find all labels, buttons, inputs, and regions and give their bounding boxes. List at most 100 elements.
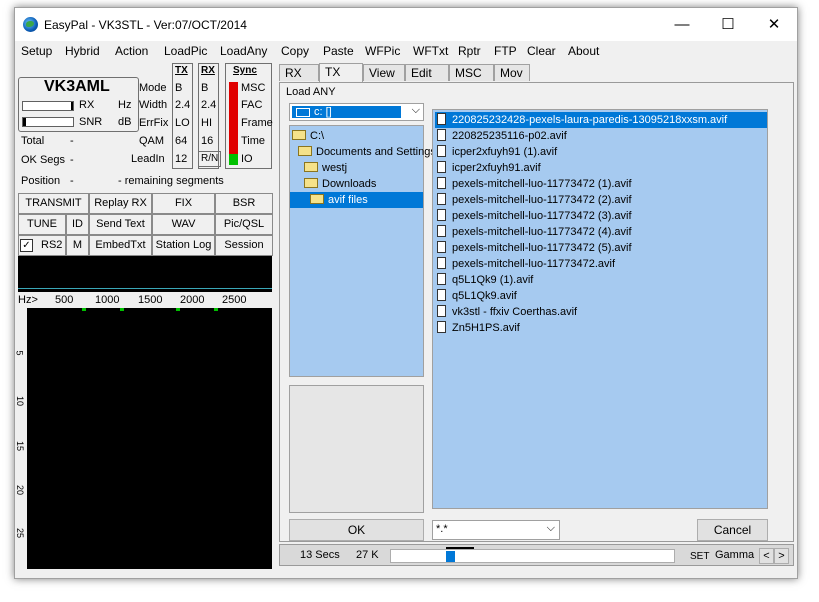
file-icon bbox=[437, 145, 446, 158]
dialog-title: Load ANY bbox=[286, 86, 336, 98]
file-item[interactable]: Zn5H1PS.avif bbox=[437, 320, 520, 336]
menu-hybrid[interactable]: Hybrid bbox=[65, 44, 100, 58]
total-label: Total bbox=[21, 135, 45, 147]
set-button[interactable]: SET bbox=[690, 551, 709, 562]
tx-leadin: 12 bbox=[175, 153, 188, 165]
drive-select[interactable]: c: [] ⌵ bbox=[289, 103, 424, 121]
file-icon bbox=[437, 225, 446, 238]
file-icon bbox=[437, 113, 446, 126]
bsr-button[interactable]: BSR bbox=[215, 193, 273, 214]
sync-fac: FAC bbox=[241, 99, 263, 111]
filter-select[interactable]: *.* ⌵ bbox=[432, 520, 560, 540]
close-button[interactable]: ✕ bbox=[751, 8, 797, 41]
transmit-button[interactable]: TRANSMIT bbox=[18, 193, 89, 214]
tab-tx[interactable]: TX bbox=[319, 63, 363, 82]
slider-thumb[interactable] bbox=[446, 551, 455, 562]
menu-paste[interactable]: Paste bbox=[323, 44, 354, 58]
rs2-checkbox-checkmark-icon[interactable]: ✓ bbox=[20, 239, 33, 252]
m-button[interactable]: M bbox=[66, 235, 89, 256]
tx-mode: B bbox=[175, 82, 183, 94]
tx-width: 2.4 bbox=[175, 99, 191, 111]
rx-label: RX bbox=[79, 99, 95, 111]
file-item[interactable]: pexels-mitchell-luo-11773472 (5).avif bbox=[437, 240, 632, 256]
menu-wfpic[interactable]: WFPic bbox=[365, 44, 400, 58]
waterfall-display bbox=[27, 308, 272, 569]
file-icon bbox=[437, 161, 446, 174]
folder-open-icon bbox=[304, 178, 318, 189]
file-icon bbox=[437, 241, 446, 254]
tab-edit[interactable]: Edit bbox=[405, 64, 449, 81]
file-item[interactable]: pexels-mitchell-luo-11773472.avif bbox=[437, 256, 615, 272]
ok-button[interactable]: OK bbox=[289, 519, 424, 541]
menu-clear[interactable]: Clear bbox=[527, 44, 556, 58]
menu-action[interactable]: Action bbox=[115, 44, 148, 58]
dir-item-selected[interactable]: avif files bbox=[290, 192, 423, 208]
chevron-down-icon: ⌵ bbox=[411, 104, 420, 116]
menu-wftxt[interactable]: WFTxt bbox=[413, 44, 448, 58]
sync-frame: Frame bbox=[241, 117, 273, 129]
menu-loadpic[interactable]: LoadPic bbox=[164, 44, 207, 58]
freq-tick-1500: 1500 bbox=[138, 294, 163, 306]
status-bar: 13 Secs 27 K SET Gamma < > bbox=[279, 544, 794, 566]
spectrum-baseline bbox=[18, 288, 272, 289]
menu-rptr[interactable]: Rptr bbox=[458, 44, 481, 58]
progress-slider[interactable] bbox=[390, 547, 675, 563]
file-item[interactable]: q5L1Qk9.avif bbox=[437, 288, 517, 304]
callsign: VK3AML bbox=[44, 78, 110, 95]
minimize-button[interactable]: — bbox=[659, 8, 705, 41]
directory-list[interactable]: C:\ Documents and Settings westj Downloa… bbox=[289, 125, 436, 377]
file-name: vk3stl - ffxiv Coerthas.avif bbox=[452, 306, 578, 318]
embedtxt-button[interactable]: EmbedTxt bbox=[89, 235, 152, 256]
file-item[interactable]: pexels-mitchell-luo-11773472 (3).avif bbox=[437, 208, 632, 224]
tab-msc[interactable]: MSC bbox=[449, 64, 494, 81]
dir-item[interactable]: Documents and Settings bbox=[298, 144, 436, 160]
sync-header: Sync bbox=[233, 65, 257, 76]
file-item[interactable]: icper2xfuyh91 (1).avif bbox=[437, 144, 557, 160]
menu-loadany[interactable]: LoadAny bbox=[220, 44, 267, 58]
freq-tick-500: 500 bbox=[55, 294, 74, 306]
tab-rx[interactable]: RX bbox=[279, 64, 319, 81]
menu-setup[interactable]: Setup bbox=[21, 44, 52, 58]
wav-button[interactable]: WAV bbox=[152, 214, 215, 235]
file-item[interactable]: pexels-mitchell-luo-11773472 (4).avif bbox=[437, 224, 632, 240]
send-text-button[interactable]: Send Text bbox=[89, 214, 152, 235]
dir-item[interactable]: westj bbox=[304, 160, 347, 176]
file-item-selected[interactable]: 220825232428-pexels-laura-paredis-130952… bbox=[435, 112, 767, 128]
prev-button[interactable]: < bbox=[759, 548, 774, 564]
rx-level-bar bbox=[22, 101, 74, 111]
menu-ftp[interactable]: FTP bbox=[494, 44, 517, 58]
param-leadin-label: LeadIn bbox=[131, 153, 165, 165]
station-log-button[interactable]: Station Log bbox=[152, 235, 215, 256]
menu-about[interactable]: About bbox=[568, 44, 599, 58]
menu-bar: Setup Hybrid Action LoadPic LoadAny Copy… bbox=[15, 41, 797, 61]
dir-item[interactable]: Downloads bbox=[304, 176, 376, 192]
pic-qsl-button[interactable]: Pic/QSL bbox=[215, 214, 273, 235]
session-button[interactable]: Session bbox=[215, 235, 273, 256]
dir-label: Downloads bbox=[322, 178, 377, 190]
file-item[interactable]: pexels-mitchell-luo-11773472 (1).avif bbox=[437, 176, 632, 192]
file-item[interactable]: vk3stl - ffxiv Coerthas.avif bbox=[437, 304, 577, 320]
time-tick-10: 10 bbox=[15, 395, 26, 407]
file-list[interactable]: 220825232428-pexels-laura-paredis-130952… bbox=[432, 109, 768, 509]
fix-button[interactable]: FIX bbox=[152, 193, 215, 214]
id-button[interactable]: ID bbox=[66, 214, 89, 235]
menu-copy[interactable]: Copy bbox=[281, 44, 309, 58]
marker-4 bbox=[214, 308, 218, 311]
dir-item[interactable]: C:\ bbox=[292, 128, 324, 144]
total-value: - bbox=[70, 135, 74, 147]
oksegs-label: OK Segs bbox=[21, 154, 66, 166]
replay-rx-button[interactable]: Replay RX bbox=[89, 193, 152, 214]
file-item[interactable]: 220825235116-p02.avif bbox=[437, 128, 567, 144]
file-item[interactable]: icper2xfuyh91.avif bbox=[437, 160, 541, 176]
file-item[interactable]: q5L1Qk9 (1).avif bbox=[437, 272, 533, 288]
tune-button[interactable]: TUNE bbox=[18, 214, 66, 235]
tab-mov[interactable]: Mov bbox=[494, 64, 530, 81]
tab-view[interactable]: View bbox=[363, 64, 405, 81]
maximize-button[interactable]: ☐ bbox=[705, 8, 751, 41]
cancel-button[interactable]: Cancel bbox=[697, 519, 768, 541]
param-qam-label: QAM bbox=[139, 135, 165, 147]
file-item[interactable]: pexels-mitchell-luo-11773472 (2).avif bbox=[437, 192, 632, 208]
next-button[interactable]: > bbox=[774, 548, 789, 564]
time-tick-15: 15 bbox=[15, 440, 26, 452]
file-icon bbox=[437, 289, 446, 302]
